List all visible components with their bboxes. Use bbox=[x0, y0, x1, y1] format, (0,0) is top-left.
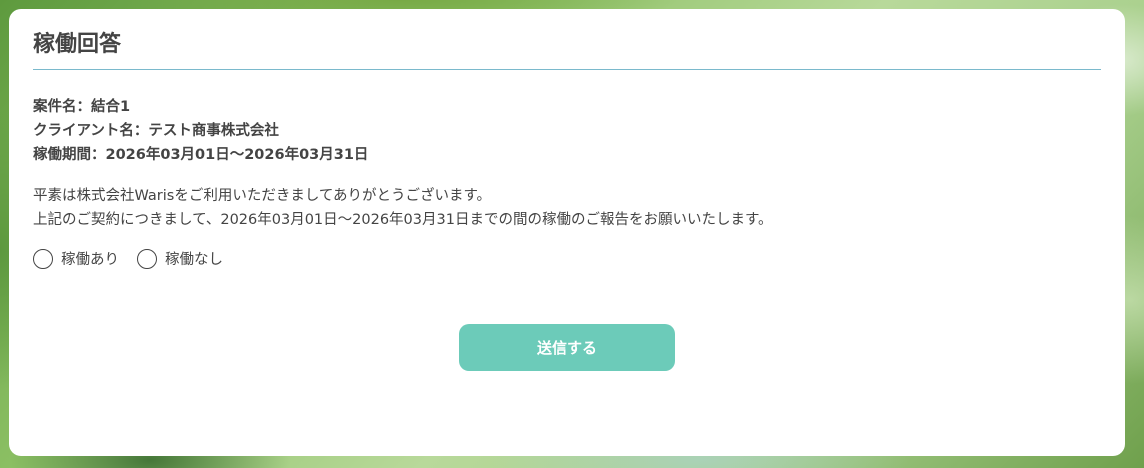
message-line-2: 上記のご契約につきまして、2026年03月01日〜2026年03月31日までの間… bbox=[33, 212, 773, 228]
title-divider bbox=[33, 69, 1101, 70]
work-status-radio-group: 稼働あり 稼働なし bbox=[33, 248, 1101, 269]
radio-option-not-worked[interactable]: 稼働なし bbox=[137, 248, 223, 269]
client-name: クライアント名：テスト商事株式会社 bbox=[33, 123, 279, 139]
request-message: 平素は株式会社Warisをご利用いただきましてありがとうございます。 上記のご契… bbox=[33, 184, 1101, 232]
radio-label-worked: 稼働あり bbox=[61, 252, 119, 268]
submit-area: 送信する bbox=[9, 324, 1125, 371]
radio-button-worked[interactable] bbox=[33, 248, 53, 269]
radio-label-not-worked: 稼働なし bbox=[165, 252, 223, 268]
page-title: 稼働回答 bbox=[33, 32, 122, 57]
work-report-card: 稼働回答 案件名：結合1 クライアント名：テスト商事株式会社 稼働期間：2026… bbox=[9, 9, 1125, 456]
radio-option-worked[interactable]: 稼働あり bbox=[33, 248, 119, 269]
project-name: 案件名：結合1 bbox=[33, 99, 131, 115]
submit-button[interactable]: 送信する bbox=[459, 324, 675, 371]
contract-info: 案件名：結合1 クライアント名：テスト商事株式会社 稼働期間：2026年03月0… bbox=[33, 95, 1101, 167]
work-period: 稼働期間：2026年03月01日〜2026年03月31日 bbox=[33, 147, 369, 163]
message-line-1: 平素は株式会社Warisをご利用いただきましてありがとうございます。 bbox=[33, 188, 492, 204]
radio-button-not-worked[interactable] bbox=[137, 248, 157, 269]
